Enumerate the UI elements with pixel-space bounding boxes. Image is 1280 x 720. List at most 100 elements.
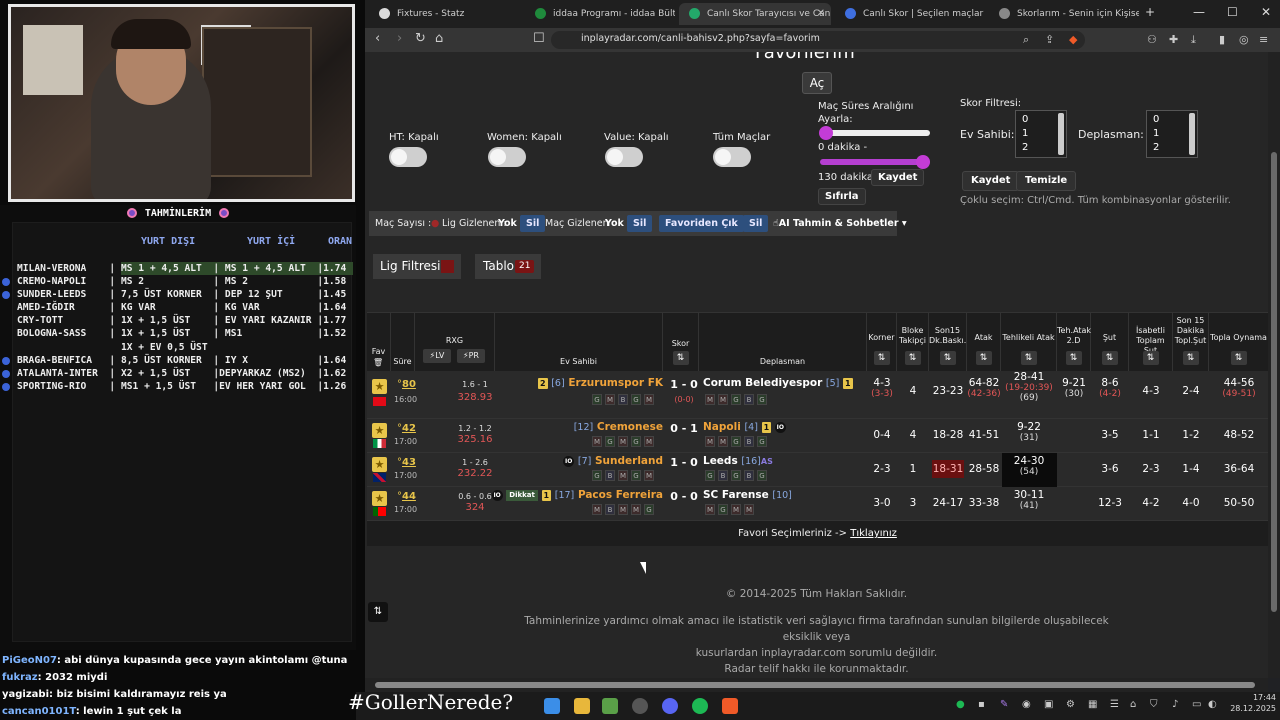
new-tab-button[interactable]: + [1145, 5, 1155, 19]
favorite-star-icon[interactable]: ★ [372, 491, 387, 506]
option[interactable]: 0 [1153, 113, 1191, 127]
home-team[interactable]: 2 [6] Erzurumspor FK [537, 377, 663, 389]
fav-footer-link[interactable]: Tıklayınız [850, 528, 897, 539]
sort-icon[interactable]: ⇅ [1020, 351, 1037, 365]
score-save-button[interactable]: Kaydet [962, 171, 1020, 191]
max-duration-slider[interactable] [820, 159, 930, 165]
minimize-icon[interactable]: — [1193, 5, 1205, 19]
option[interactable]: 1 [1153, 127, 1191, 141]
tray-icon[interactable]: ✎ [1000, 699, 1008, 710]
share-icon[interactable]: ⇪ [1045, 33, 1054, 46]
scroll-thumb[interactable] [1271, 152, 1277, 612]
remove-favorites-button[interactable]: Favoriden Çık [659, 215, 744, 232]
clear-hidden-leagues-button[interactable]: Sil [520, 215, 546, 232]
favorite-star-icon[interactable]: ★ [372, 379, 387, 394]
maximize-icon[interactable]: ☐ [1227, 5, 1238, 19]
download-icon[interactable]: ⤓ [1191, 33, 1196, 47]
scrollbar[interactable] [1058, 113, 1064, 155]
max-duration-knob[interactable] [916, 155, 930, 169]
tray-icon[interactable]: ▦ [1088, 699, 1097, 710]
scroll-top-button[interactable]: ⇅ [368, 602, 388, 622]
pr-sort-button[interactable]: ⚡PR [457, 349, 485, 363]
volume-icon[interactable]: ◐ [1208, 699, 1217, 710]
discord-icon[interactable] [662, 698, 678, 714]
bookmark-icon[interactable]: ☐ [533, 31, 545, 46]
tray-icon[interactable]: ☰ [1110, 699, 1119, 710]
reload-icon[interactable]: ↻ [415, 31, 426, 46]
away-team[interactable]: SC Farense [10] [703, 489, 792, 501]
close-tab-icon[interactable]: ✕ [817, 3, 825, 25]
close-window-icon[interactable]: ✕ [1261, 5, 1271, 19]
score-clear-button[interactable]: Temizle [1016, 171, 1077, 191]
sort-icon[interactable]: ⇅ [1101, 351, 1118, 365]
sort-icon[interactable]: ⇅ [1230, 351, 1247, 365]
sort-icon[interactable]: ⇅ [1142, 351, 1159, 365]
table-row[interactable]: ★ °44 17:00 0.6 - 0.6 324 IO Dikkat 1 [17] Pa… [367, 487, 1268, 521]
sort-icon[interactable]: ⇅ [1065, 351, 1082, 365]
favorite-star-icon[interactable]: ★ [372, 423, 387, 438]
clear-hidden-matches-button[interactable]: Sil [627, 215, 653, 232]
duration-reset-button[interactable]: Sıfırla [818, 188, 866, 205]
sort-icon[interactable]: ⇅ [1182, 351, 1199, 365]
scrollbar[interactable] [1189, 113, 1195, 155]
option[interactable]: 0 [1022, 113, 1060, 127]
sort-icon[interactable]: ⇅ [904, 351, 921, 365]
vertical-scrollbar[interactable] [1268, 52, 1280, 678]
sort-icon[interactable]: ⇅ [672, 351, 689, 365]
tray-icon[interactable]: ▪ [978, 699, 985, 710]
tray-icon[interactable]: ⚙ [1066, 699, 1075, 710]
min-duration-knob[interactable] [819, 126, 833, 140]
vpn-icon[interactable]: ◎ [1239, 33, 1249, 46]
match-minute[interactable]: °44 [397, 491, 416, 502]
table-row[interactable]: ★ °42 17:00 1.2 - 1.2 325.16 [12] Cremonese M G… [367, 419, 1268, 453]
windows-start-icon[interactable] [544, 698, 560, 714]
tab-fixtures[interactable]: Fixtures - Statz [369, 3, 519, 25]
option[interactable]: 2 [1153, 141, 1191, 155]
ht-toggle[interactable] [389, 147, 427, 167]
home-team[interactable]: [12] Cremonese [574, 421, 663, 433]
mic-icon[interactable]: ♪ [1172, 699, 1178, 710]
url-field[interactable]: inplayradar.com/canli-bahisv2.php?sayfa=… [551, 31, 1085, 49]
shield-tray-icon[interactable]: ⛉ [1150, 699, 1158, 710]
scroll-thumb[interactable] [375, 682, 1255, 688]
spotify-icon[interactable] [692, 698, 708, 714]
option[interactable]: 2 [1022, 141, 1060, 155]
tab-canli-skor-secilen[interactable]: Canlı Skor | Seçilen maçlar için ca [835, 3, 985, 25]
clear-button[interactable]: Sil [743, 215, 769, 232]
option[interactable]: 1 [1022, 127, 1060, 141]
table-row[interactable]: ★ °43 17:00 1 - 2.6 232.22 IO [7] Sunderland G… [367, 453, 1268, 487]
zoom-icon[interactable]: ⌕ [1023, 33, 1029, 47]
women-toggle[interactable] [488, 147, 526, 167]
trash-icon[interactable]: 🗑 [373, 358, 383, 367]
favorite-star-icon[interactable]: ★ [372, 457, 387, 472]
table-button[interactable]: Tablo 21 [475, 254, 541, 279]
away-team[interactable]: Leeds [16]AS [703, 455, 773, 467]
ai-chat-dropdown[interactable]: ☝AI Tahmin & Sohbetler ▾ [773, 211, 907, 236]
tray-icon[interactable]: ⌂ [1130, 699, 1136, 710]
notepad-icon[interactable] [602, 698, 618, 714]
open-button[interactable]: Aç [802, 72, 832, 94]
league-filter-button[interactable]: Lig Filtresi [373, 254, 461, 279]
value-toggle[interactable] [605, 147, 643, 167]
match-minute[interactable]: °42 [397, 423, 416, 434]
min-duration-slider[interactable] [820, 130, 930, 136]
table-row[interactable]: ★ °80 16:00 1.6 - 1 328.93 2 [6] Erzurumspor … [367, 371, 1268, 419]
system-clock[interactable]: 17:44 28.12.2025 [1228, 692, 1276, 714]
home-score-select[interactable]: 0 1 2 [1015, 110, 1067, 158]
sort-icon[interactable]: ⇅ [975, 351, 992, 365]
extension-icon[interactable]: ⚇ [1147, 33, 1157, 46]
all-matches-toggle[interactable] [713, 147, 751, 167]
home-icon[interactable]: ⌂ [435, 31, 443, 46]
home-team[interactable]: IO Dikkat 1 [17] Pacos Ferreira [491, 489, 663, 501]
home-team[interactable]: IO [7] Sunderland [563, 455, 663, 467]
tray-icon[interactable]: ▣ [1044, 699, 1053, 710]
obs-icon[interactable] [632, 698, 648, 714]
away-score-select[interactable]: 0 1 2 [1146, 110, 1198, 158]
discord-tray-icon[interactable]: ◉ [1022, 699, 1031, 710]
brave-shield-icon[interactable]: ◆ [1069, 33, 1077, 46]
tab-canli-skor-active[interactable]: Canlı Skor Tarayıcısı ve Canlı S ✕ [679, 3, 831, 25]
sort-icon[interactable]: ⇅ [873, 351, 890, 365]
lv-sort-button[interactable]: ⚡LV [423, 349, 451, 363]
back-icon[interactable]: ‹ [375, 31, 380, 46]
network-icon[interactable]: ▭ [1192, 699, 1201, 710]
